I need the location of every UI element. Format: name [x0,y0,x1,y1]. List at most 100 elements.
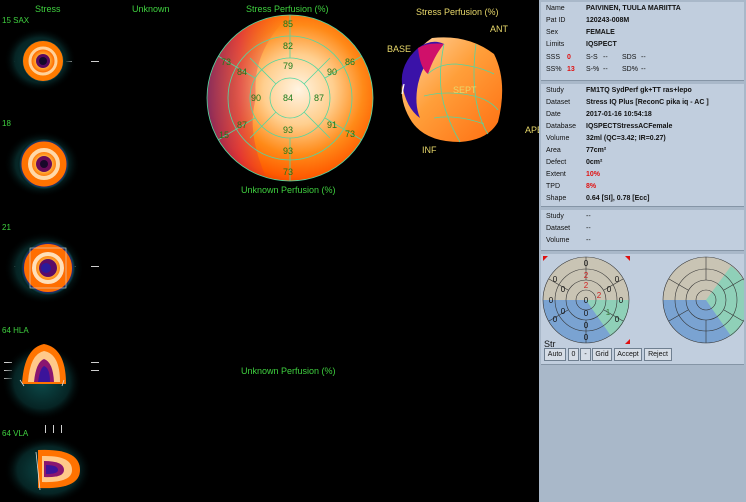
polar-segment-value: 79 [283,61,293,71]
polar-segment-value: 73 [221,57,231,67]
score-polar-maps: 0 2 0 0 0 0 0 2 2 0 0 0 1 0 0 0 0 0 [542,256,744,344]
score-value: 0 [584,296,589,305]
score-value: 0 [584,259,589,268]
date-value: 2017-01-16 10:54:18 [586,111,652,118]
s-percent-label: S-% [586,66,600,73]
reject-button[interactable]: Reject [644,348,672,361]
sds-value: -- [641,54,646,61]
database-value: IQSPECTStressACFemale [586,123,673,130]
study-value: FM1TQ SydPerf gk+TT ras+lepo [586,87,692,94]
polar-segment-value: 15 [219,130,229,140]
polar-segment-value: 87 [237,120,247,130]
sax-slice-18-image[interactable] [0,118,100,216]
orientation-sept-label: SEPT [453,85,477,95]
polar-segment-value: 84 [237,67,247,77]
unknown-perfusion-title-lower: Unknown Perfusion (%) [241,366,336,376]
area-label: Area [546,147,561,154]
accept-button[interactable]: Accept [614,348,642,361]
extent-label: Extent [546,171,566,178]
volume2-value: -- [586,237,591,244]
volume-label: Volume [546,135,570,142]
polar-segment-value: 85 [283,19,293,29]
sax-slice-15-image[interactable] [0,14,100,112]
dataset2-label: Dataset [546,225,571,232]
secondary-study-section: Study -- Dataset -- Volume -- [541,210,744,251]
ss-percent-label: SS% [546,66,562,73]
orientation-ant-label: ANT [490,24,508,34]
corner-marker [543,256,548,261]
polar-segment-value: 86 [345,57,355,67]
patient-name-value: PAIVINEN, TUULA MARIITTA [586,5,681,12]
area-value: 77cm² [586,147,607,154]
unknown-column-header: Unknown [132,4,170,14]
stress-polar-map[interactable]: 85 82 79 84 73 86 84 90 90 87 91 87 93 7… [206,12,374,184]
score-value: 2 [584,271,589,280]
polar-segment-value: 93 [283,125,293,135]
sd-percent-label: SD% [622,66,638,73]
dataset2-value: -- [586,225,591,232]
study-info-section: Study FM1TQ SydPerf gk+TT ras+lepo Datas… [541,84,744,207]
score-value: 1 [606,308,611,317]
score-value: 0 [561,307,566,316]
sss-value: 0 [567,54,571,61]
polar-segment-value: 93 [283,146,293,156]
polar-segment-value: 73 [345,129,355,139]
sds-label: SDS [622,54,637,61]
polar-segment-value: 90 [251,93,261,103]
s-s-label: S-S [586,54,598,61]
score-value: 0 [549,296,554,305]
unknown-score-map[interactable] [662,256,744,344]
score-value: 2 [584,281,589,290]
date-label: Date [546,111,561,118]
score-value: 0 [553,275,558,284]
volume2-label: Volume [546,237,570,244]
patient-id-value: 120243-008M [586,17,630,24]
score-value: 0 [553,315,558,324]
tpd-value: 8% [586,183,597,190]
study2-value: -- [586,213,591,220]
polar-segment-value: 91 [327,120,337,130]
vla-slice-64-image[interactable] [0,430,100,502]
limits-label: Limits [546,41,565,48]
limits-value: IQSPECT [586,41,617,48]
polar-segment-value: 73 [283,167,293,177]
stress-column-header: Stress [35,4,61,14]
score-value: 2 [597,291,602,300]
study2-label: Study [546,213,564,220]
tpd-label: TPD [546,183,560,190]
grid-button[interactable]: Grid [592,348,612,361]
corner-marker [625,256,630,261]
zero-button[interactable]: 0 [568,348,579,361]
corner-marker [625,339,630,344]
sd-percent-value: -- [641,66,646,73]
unknown-perfusion-title: Unknown Perfusion (%) [241,185,336,195]
database-label: Database [546,123,576,130]
orientation-inf-label: INF [422,145,437,155]
polar-segment-value: 84 [283,93,293,103]
score-value: 0 [619,296,624,305]
ss-percent-value: 13 [567,66,575,73]
s-percent-value: -- [603,66,608,73]
decrement-button[interactable]: - [580,348,591,361]
score-value: 0 [584,309,589,318]
auto-button[interactable]: Auto [544,348,566,361]
patient-id-label: Pat ID [546,17,566,24]
extent-value: 10% [586,171,601,178]
polar-segment-value: 82 [283,41,293,51]
score-value: 0 [615,315,620,324]
stress-score-map[interactable]: 0 2 0 0 0 0 0 2 2 0 0 0 1 0 0 0 0 0 [542,256,630,344]
s-s-value: -- [603,54,608,61]
dataset-label: Dataset [546,99,571,106]
score-value: 0 [584,321,589,330]
sss-label: SSS [546,54,561,61]
patient-sex-value: FEMALE [586,29,615,36]
defect-value: 0cm² [586,159,603,166]
score-value: 0 [561,285,566,294]
sax-slice-21-image[interactable] [0,222,100,320]
right-info-panel: Name PAIVINEN, TUULA MARIITTA Pat ID 120… [539,0,746,502]
polar-segment-value: 87 [314,93,324,103]
shape-label: Shape [546,195,567,202]
hla-slice-64-image[interactable] [0,324,100,422]
study-label: Study [546,87,564,94]
dataset-value: Stress IQ Plus [ReconC pika iq - AC ] [586,99,709,106]
